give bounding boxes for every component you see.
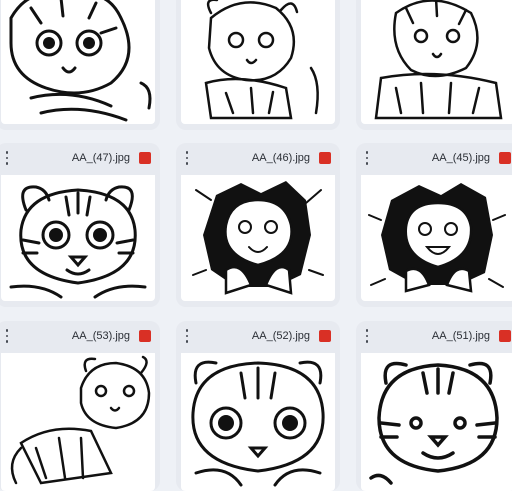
tiger-cub-image [192,181,324,295]
file-card-header: AA_(47).jpg [0,143,160,173]
image-file-icon [139,330,151,342]
file-card-header: AA_(51).jpg [356,321,512,351]
tiger-cub-image [374,0,503,120]
file-thumbnail[interactable] [1,175,155,301]
more-vert-icon[interactable] [2,151,12,165]
file-card[interactable]: AA_(53).jpg [0,321,160,491]
file-name[interactable]: AA_(52).jpg [252,330,310,342]
file-thumbnail[interactable] [1,0,155,124]
more-vert-icon[interactable] [362,151,372,165]
file-card[interactable] [0,0,160,130]
file-card[interactable] [176,0,340,130]
file-card[interactable] [356,0,512,130]
file-thumbnail[interactable] [361,0,512,124]
file-thumbnail[interactable] [181,0,335,124]
tiger-cub-image [10,355,151,485]
file-name[interactable]: AA_(46).jpg [252,152,310,164]
file-thumbnail[interactable] [1,353,155,491]
file-name[interactable]: AA_(45).jpg [432,152,490,164]
tiger-cub-image [369,361,499,485]
tiger-cub-image [204,0,319,120]
file-card[interactable]: AA_(47).jpg [0,143,160,307]
image-file-icon [499,330,511,342]
file-thumbnail[interactable] [361,175,512,301]
file-card-header: AA_(45).jpg [356,143,512,173]
image-file-icon [139,152,151,164]
image-file-icon [319,152,331,164]
more-vert-icon[interactable] [2,329,12,343]
file-card[interactable]: AA_(46).jpg [176,143,340,307]
more-vert-icon[interactable] [182,329,192,343]
tiger-cub-image [368,183,506,293]
file-card-header: AA_(52).jpg [176,321,340,351]
file-thumbnail[interactable] [181,353,335,491]
image-file-icon [319,330,331,342]
image-file-icon [499,152,511,164]
file-card[interactable]: AA_(52).jpg [176,321,340,491]
tiger-cub-image [9,0,152,122]
file-card-header: AA_(53).jpg [0,321,160,351]
tiger-cub-image [9,185,147,299]
more-vert-icon[interactable] [182,151,192,165]
file-name[interactable]: AA_(51).jpg [432,330,490,342]
file-name[interactable]: AA_(47).jpg [72,152,130,164]
file-name[interactable]: AA_(53).jpg [72,330,130,342]
tiger-cub-image [191,360,325,487]
file-card[interactable]: AA_(45).jpg [356,143,512,307]
file-card-header: AA_(46).jpg [176,143,340,173]
file-thumbnail[interactable] [361,353,512,491]
more-vert-icon[interactable] [362,329,372,343]
file-card[interactable]: AA_(51).jpg [356,321,512,491]
file-thumbnail[interactable] [181,175,335,301]
